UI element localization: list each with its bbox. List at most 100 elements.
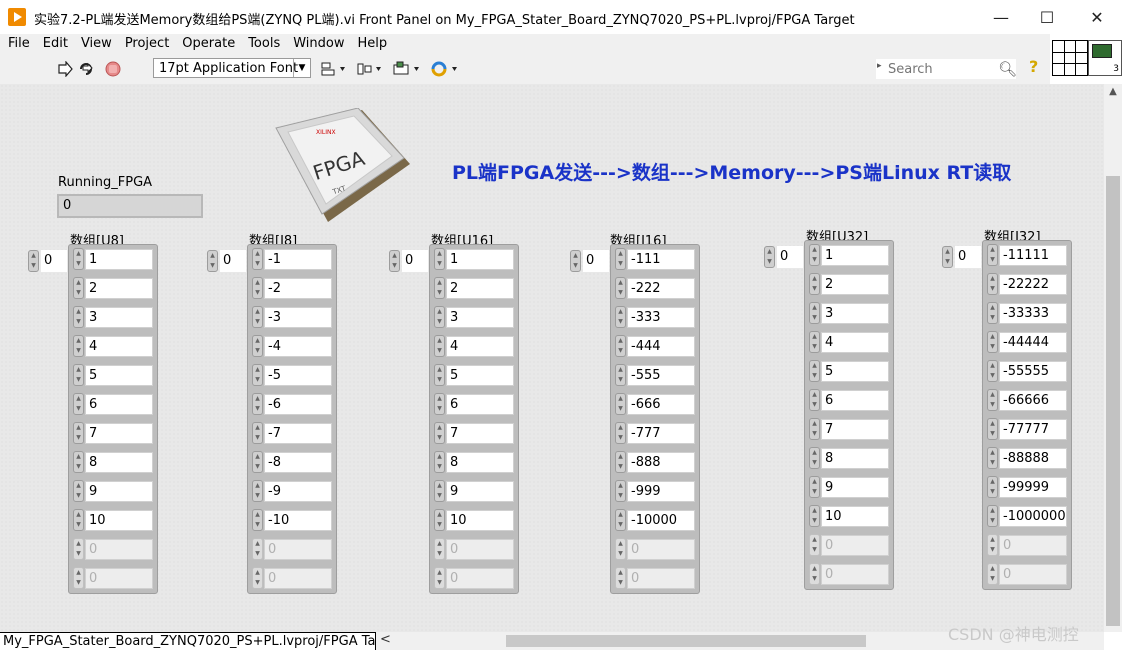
array-index[interactable]: ▲ ▼ 0 (570, 250, 610, 272)
run-arrow-icon[interactable] (56, 59, 74, 79)
array-element-value[interactable]: -333 (627, 307, 695, 328)
index-spinner-icon[interactable]: ▲ ▼ (389, 250, 400, 272)
element-spinner-icon[interactable]: ▲ ▼ (615, 277, 626, 299)
element-spinner-icon[interactable]: ▲ ▼ (987, 360, 998, 382)
array-element-value[interactable]: -3 (264, 307, 332, 328)
abort-icon[interactable] (104, 59, 122, 79)
element-spinner-icon[interactable]: ▲ ▼ (434, 306, 445, 328)
array-index[interactable]: ▲ ▼ 0 (389, 250, 429, 272)
array-index[interactable]: ▲ ▼ 0 (942, 246, 982, 268)
element-spinner-icon[interactable]: ▲ ▼ (615, 509, 626, 531)
array-element-value[interactable]: 8 (85, 452, 153, 473)
element-spinner-icon[interactable]: ▲ ▼ (252, 277, 263, 299)
array-index[interactable]: ▲ ▼ 0 (764, 246, 804, 268)
array-element-value[interactable]: 10 (85, 510, 153, 531)
element-spinner-icon[interactable]: ▲ ▼ (434, 393, 445, 415)
element-spinner-icon[interactable]: ▲ ▼ (615, 335, 626, 357)
element-spinner-icon[interactable]: ▲ ▼ (434, 277, 445, 299)
element-spinner-icon[interactable]: ▲ ▼ (73, 248, 84, 270)
element-spinner-icon[interactable]: ▲ ▼ (434, 248, 445, 270)
array-element-value[interactable]: 2 (85, 278, 153, 299)
menu-tools[interactable]: Tools (240, 34, 285, 54)
element-spinner-icon[interactable]: ▲ ▼ (987, 273, 998, 295)
array-element-value[interactable]: 5 (85, 365, 153, 386)
element-spinner-icon[interactable]: ▲ ▼ (615, 480, 626, 502)
array-index-value[interactable]: 0 (402, 250, 428, 272)
horizontal-scroll-thumb[interactable] (506, 635, 866, 647)
array-element-value[interactable]: 1 (821, 245, 889, 266)
array-element-value[interactable]: -99999 (999, 477, 1067, 498)
array-element-value[interactable]: -22222 (999, 274, 1067, 295)
array-element-value[interactable]: -111 (627, 249, 695, 270)
array-index-value[interactable]: 0 (41, 250, 67, 272)
array-element-value[interactable]: 7 (821, 419, 889, 440)
array-element-value[interactable]: -44444 (999, 332, 1067, 353)
scroll-up-icon[interactable]: ▲ (1104, 86, 1122, 97)
array-element-value[interactable]: 2 (446, 278, 514, 299)
element-spinner-icon[interactable]: ▲ ▼ (73, 277, 84, 299)
array-element-value[interactable]: -55555 (999, 361, 1067, 382)
index-spinner-icon[interactable]: ▲ ▼ (764, 246, 775, 268)
array-element-value[interactable]: 1 (85, 249, 153, 270)
array-element-value[interactable]: -888 (627, 452, 695, 473)
maximize-button[interactable]: ☐ (1024, 0, 1070, 34)
element-spinner-icon[interactable]: ▲ ▼ (809, 360, 820, 382)
element-spinner-icon[interactable]: ▲ ▼ (809, 244, 820, 266)
array-element-value[interactable]: -999 (627, 481, 695, 502)
array-element-value[interactable]: 2 (821, 274, 889, 295)
index-spinner-icon[interactable]: ▲ ▼ (28, 250, 39, 272)
element-spinner-icon[interactable]: ▲ ▼ (73, 364, 84, 386)
array-index-value[interactable]: 0 (220, 250, 246, 272)
element-spinner-icon[interactable]: ▲ ▼ (73, 335, 84, 357)
element-spinner-icon[interactable]: ▲ ▼ (987, 389, 998, 411)
array-element-value[interactable]: -444 (627, 336, 695, 357)
array-element-value[interactable]: 5 (821, 361, 889, 382)
element-spinner-icon[interactable]: ▲ ▼ (615, 393, 626, 415)
array-index-value[interactable]: 0 (583, 250, 609, 272)
search-input[interactable] (888, 60, 994, 78)
array-element-value[interactable]: -777 (627, 423, 695, 444)
array-element-value[interactable]: -1000000 (999, 506, 1067, 527)
element-spinner-icon[interactable]: ▲ ▼ (252, 422, 263, 444)
array-element-value[interactable]: -5 (264, 365, 332, 386)
array-element-value[interactable]: 6 (85, 394, 153, 415)
array-element-value[interactable]: 4 (446, 336, 514, 357)
array-element-value[interactable]: 3 (446, 307, 514, 328)
element-spinner-icon[interactable]: ▲ ▼ (615, 306, 626, 328)
element-spinner-icon[interactable]: ▲ ▼ (252, 306, 263, 328)
array-element-value[interactable]: 6 (821, 390, 889, 411)
distribute-objects-icon[interactable] (356, 59, 384, 79)
array-element-value[interactable]: -66666 (999, 390, 1067, 411)
array-element-value[interactable]: 3 (85, 307, 153, 328)
element-spinner-icon[interactable]: ▲ ▼ (434, 422, 445, 444)
help-icon[interactable]: ? (1029, 57, 1047, 79)
array-element-value[interactable]: 4 (85, 336, 153, 357)
array-element-value[interactable]: 9 (446, 481, 514, 502)
array-element-value[interactable]: -10000 (627, 510, 695, 531)
close-button[interactable]: ✕ (1074, 0, 1120, 34)
element-spinner-icon[interactable]: ▲ ▼ (809, 418, 820, 440)
element-spinner-icon[interactable]: ▲ ▼ (615, 451, 626, 473)
index-spinner-icon[interactable]: ▲ ▼ (207, 250, 218, 272)
array-element-value[interactable]: -11111 (999, 245, 1067, 266)
element-spinner-icon[interactable]: ▲ ▼ (987, 505, 998, 527)
element-spinner-icon[interactable]: ▲ ▼ (434, 509, 445, 531)
array-element-value[interactable]: 8 (821, 448, 889, 469)
array-element-value[interactable]: -666 (627, 394, 695, 415)
element-spinner-icon[interactable]: ▲ ▼ (987, 447, 998, 469)
array-element-value[interactable]: 1 (446, 249, 514, 270)
array-element-value[interactable]: -4 (264, 336, 332, 357)
array-element-value[interactable]: 9 (85, 481, 153, 502)
array-element-value[interactable]: -8 (264, 452, 332, 473)
array-element-value[interactable]: -9 (264, 481, 332, 502)
align-objects-icon[interactable] (320, 59, 348, 79)
search-box[interactable]: ▸ 🔍︎ (876, 59, 1017, 79)
element-spinner-icon[interactable]: ▲ ▼ (73, 480, 84, 502)
connector-pane-icon[interactable] (1052, 40, 1088, 76)
reorder-icon[interactable] (430, 59, 460, 79)
menu-view[interactable]: View (73, 34, 117, 54)
vertical-scroll-thumb[interactable] (1106, 176, 1120, 626)
element-spinner-icon[interactable]: ▲ ▼ (434, 364, 445, 386)
array-element-value[interactable]: -77777 (999, 419, 1067, 440)
array-element-value[interactable]: 7 (446, 423, 514, 444)
